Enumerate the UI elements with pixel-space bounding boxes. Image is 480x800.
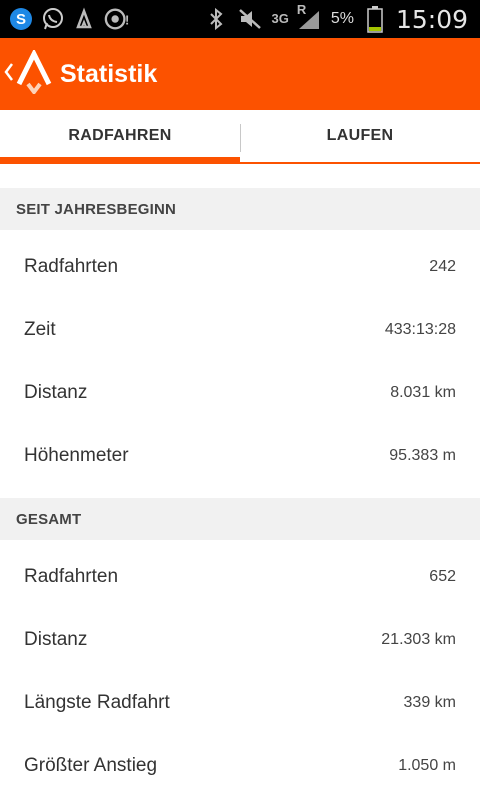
bluetooth-icon xyxy=(203,6,229,32)
system-icons: 3G R 5% 15:09 xyxy=(203,2,468,36)
stat-label: Zeit xyxy=(24,318,56,340)
stat-value: 95.383 m xyxy=(389,446,456,464)
stat-value: 1.050 m xyxy=(398,756,456,774)
stat-row: Längste Radfahrt 339 km xyxy=(0,671,480,734)
stat-value: 339 km xyxy=(403,693,456,711)
stat-label: Größter Anstieg xyxy=(24,754,158,776)
battery-icon xyxy=(362,6,388,33)
page-title: Statistik xyxy=(60,59,158,88)
stat-row: Zeit 433:13:28 xyxy=(0,298,480,361)
stat-label: Distanz xyxy=(24,381,88,403)
stat-row: Distanz 21.303 km xyxy=(0,608,480,671)
strava-icon xyxy=(72,6,98,32)
tab-divider xyxy=(240,124,241,152)
strava-logo-icon xyxy=(16,47,52,99)
svg-text:!: ! xyxy=(125,13,129,28)
whatsapp-icon xyxy=(40,6,66,32)
stat-row: Höhenmeter 95.383 m xyxy=(0,424,480,487)
stat-label: Radfahrten xyxy=(24,565,119,587)
tab-laufen[interactable]: LAUFEN xyxy=(240,110,480,162)
stat-label: Distanz xyxy=(24,628,88,650)
stat-row: Größter Anstieg 1.050 m xyxy=(0,734,480,797)
chevron-left-icon xyxy=(4,62,14,87)
sync-alert-icon: ! xyxy=(104,6,130,32)
stat-value: 652 xyxy=(429,567,456,585)
battery-percent: 5% xyxy=(330,10,354,27)
stat-value: 433:13:28 xyxy=(384,320,456,338)
tab-radfahren[interactable]: RADFAHREN xyxy=(0,110,240,164)
network-type: 3G xyxy=(271,11,289,26)
stat-row: Radfahrten 242 xyxy=(0,235,480,298)
action-bar: Statistik xyxy=(0,38,480,110)
up-navigation-button[interactable] xyxy=(0,38,52,110)
svg-text:S: S xyxy=(16,11,26,28)
signal-icon: R xyxy=(296,2,323,32)
clock: 15:09 xyxy=(395,4,468,34)
stat-row: Radfahrten 652 xyxy=(0,545,480,608)
mute-icon xyxy=(237,6,263,32)
stat-value: 242 xyxy=(429,257,456,275)
stat-label: Radfahrten xyxy=(24,255,119,277)
status-bar: S ! 3G R 5% 15:09 xyxy=(0,0,480,38)
stat-label: Längste Radfahrt xyxy=(24,691,170,713)
stat-value: 21.303 km xyxy=(381,630,456,648)
network-indicator: 3G xyxy=(271,11,289,26)
section-header-total: GESAMT xyxy=(0,498,480,540)
section-header-year-to-date: SEIT JAHRESBEGINN xyxy=(0,188,480,230)
stat-label: Höhenmeter xyxy=(24,444,129,466)
skype-icon: S xyxy=(8,6,34,32)
stat-row: Distanz 8.031 km xyxy=(0,361,480,424)
stat-value: 8.031 km xyxy=(390,383,456,401)
roaming-indicator: R xyxy=(296,2,307,17)
notification-icons: S ! xyxy=(8,4,130,34)
